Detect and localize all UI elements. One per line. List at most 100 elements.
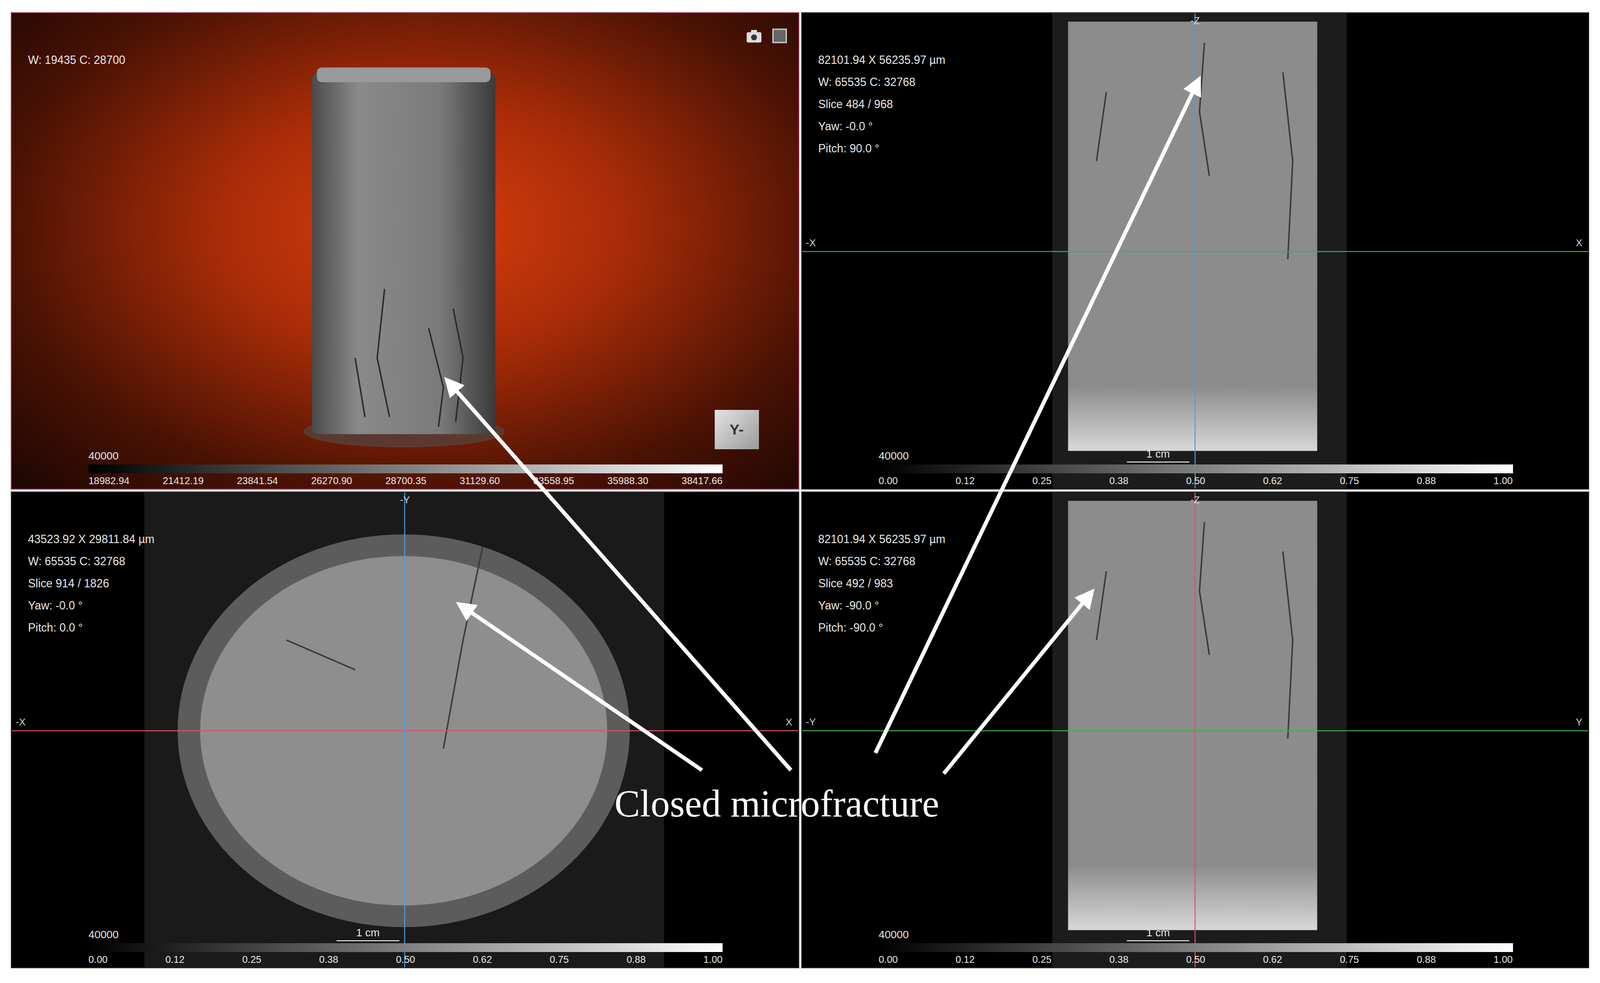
colorbar-tick: 0.12: [165, 954, 185, 966]
axis-label: -Y: [400, 494, 410, 506]
axis-label: -X: [15, 716, 26, 728]
colorbar-tick: 33558.95: [533, 475, 575, 487]
viewport-grid: W: 19435 C: 28700 Y- 40000 18982.94 21412…: [10, 12, 1590, 969]
colorbar-tick: 0.75: [1339, 475, 1360, 487]
colorbar-tick: 0.62: [472, 954, 493, 966]
axis-label: X: [785, 716, 792, 728]
colorbar-tick: 0.75: [549, 954, 569, 966]
colorbar-tick: 1.00: [1493, 475, 1513, 487]
colorbar-max: 40000: [88, 449, 119, 463]
colorbar-tick: 0.50: [1186, 954, 1206, 966]
info-line: Slice 914 / 1826: [28, 577, 155, 591]
colorbar-tick: 0.25: [242, 954, 262, 966]
colorbar-max: 40000: [88, 928, 119, 942]
colorbar-gradient: [88, 943, 723, 953]
colorbar-gradient: [878, 464, 1513, 474]
info-line: Slice 484 / 968: [818, 97, 946, 112]
colorbar-tick: 38417.66: [681, 475, 723, 487]
info-line: Yaw: -0.0 °: [818, 119, 946, 134]
scale-bar: 1 cm: [1126, 926, 1190, 942]
colorbar: 40000 1 cm 0.00 0.12 0.25 0.38 0.50 0.62 0.75 0…: [878, 449, 1513, 487]
camera-icon[interactable]: [745, 27, 763, 45]
info-line: W: 65535 C: 32768: [818, 75, 946, 89]
info-line: 43523.92 X 29811.84 µm: [28, 532, 155, 547]
colorbar-tick: 0.88: [626, 954, 646, 966]
colorbar-tick: 0.50: [396, 954, 416, 966]
colorbar-tick: 0.50: [1186, 475, 1206, 487]
specimen-image: [802, 492, 1589, 968]
colorbar-tick: 0.12: [955, 475, 975, 487]
viewport[interactable]: 43523.92 X 29811.84 µm W: 65535 C: 32768 S…: [10, 491, 800, 969]
colorbar-tick: 0.38: [319, 954, 339, 966]
info-line: Pitch: -90.0 °: [818, 621, 946, 635]
colorbar: 40000 1 cm 0.00 0.12 0.25 0.38 0.50 0.62 0.75 0…: [878, 928, 1513, 966]
axis-label: -X: [806, 237, 816, 249]
colorbar-tick: 35988.30: [607, 475, 649, 487]
viewport-toolbar: [745, 27, 789, 45]
info-line: W: 19435 C: 28700: [28, 53, 126, 67]
orientation-cube[interactable]: Y-: [714, 409, 759, 450]
arrow-icon: [943, 596, 1089, 774]
annotation-label: Closed microfracture: [614, 781, 940, 826]
colorbar: 40000 1 cm 0.00 0.12 0.25 0.38 0.50 0.62 0.75 0…: [88, 928, 723, 966]
colorbar-tick: 1.00: [703, 954, 723, 966]
viewport[interactable]: 82101.94 X 56235.97 µm W: 65535 C: 32768 S…: [801, 491, 1590, 969]
arrow-icon: [450, 384, 791, 771]
colorbar-tick: 26270.90: [311, 475, 352, 487]
colorbar-tick: 31129.60: [459, 475, 500, 487]
info-line: 82101.94 X 56235.97 µm: [818, 53, 946, 67]
colorbar-tick: 0.38: [1109, 954, 1129, 966]
info-line: Pitch: 0.0 °: [28, 621, 155, 635]
info-line: Slice 492 / 983: [818, 577, 946, 591]
colorbar-tick: 0.00: [88, 954, 108, 966]
colorbar-gradient: [878, 943, 1513, 953]
colorbar-tick: 0.62: [1262, 475, 1282, 487]
colorbar-tick: 0.62: [1262, 954, 1282, 966]
layout-icon[interactable]: [770, 27, 789, 45]
viewport-info: W: 19435 C: 28700: [28, 53, 126, 67]
colorbar-tick: 23841.54: [236, 475, 278, 487]
info-line: 82101.94 X 56235.97 µm: [818, 532, 946, 547]
colorbar-gradient: [88, 464, 723, 474]
specimen-image: [11, 492, 799, 968]
annotation-arrows: [0, 0, 1600, 983]
viewport-info: 82101.94 X 56235.97 µm W: 65535 C: 32768 S…: [818, 53, 946, 156]
scale-bar: 1 cm: [336, 926, 400, 942]
info-line: W: 65535 C: 32768: [28, 554, 155, 569]
info-line: Yaw: -90.0 °: [818, 599, 946, 613]
axis-label: Y: [1575, 716, 1583, 728]
viewport-info: 82101.94 X 56235.97 µm W: 65535 C: 32768 S…: [818, 532, 946, 635]
arrow-icon: [464, 607, 702, 771]
axis-label: -Z: [1190, 494, 1200, 506]
colorbar-tick: 21412.19: [162, 475, 204, 487]
colorbar-tick: 0.38: [1109, 475, 1129, 487]
colorbar-tick: 1.00: [1493, 954, 1513, 966]
colorbar-tick: 0.88: [1416, 954, 1436, 966]
axis-label: -Z: [1190, 15, 1200, 27]
viewport-info: 43523.92 X 29811.84 µm W: 65535 C: 32768 S…: [28, 532, 155, 635]
colorbar-tick: 0.25: [1032, 475, 1052, 487]
colorbar-tick: 0.12: [955, 954, 975, 966]
axis-label: X: [1575, 237, 1583, 249]
colorbar-max: 40000: [878, 449, 909, 463]
colorbar-tick: 18982.94: [88, 475, 130, 487]
info-line: Pitch: 90.0 °: [818, 142, 946, 156]
viewport[interactable]: W: 19435 C: 28700 Y- 40000 18982.94 21412…: [10, 12, 800, 490]
colorbar-tick: 0.00: [878, 954, 899, 966]
colorbar-tick: 28700.35: [385, 475, 427, 487]
colorbar-tick: 0.25: [1032, 954, 1052, 966]
ct-figure: W: 19435 C: 28700 Y- 40000 18982.94 21412…: [0, 0, 1600, 983]
specimen-image: [802, 13, 1589, 489]
info-line: W: 65535 C: 32768: [818, 554, 946, 569]
colorbar-tick: 0.75: [1339, 954, 1360, 966]
viewport[interactable]: 82101.94 X 56235.97 µm W: 65535 C: 32768 S…: [801, 12, 1590, 490]
info-line: Yaw: -0.0 °: [28, 599, 155, 613]
colorbar-tick: 0.88: [1416, 475, 1436, 487]
arrow-icon: [875, 84, 1197, 754]
colorbar-tick: 0.00: [878, 475, 899, 487]
colorbar-max: 40000: [878, 928, 909, 942]
colorbar: 40000 18982.94 21412.19 23841.54 26270.90 28…: [88, 449, 723, 487]
scale-bar: 1 cm: [1126, 447, 1190, 463]
axis-label: -Y: [806, 716, 816, 728]
specimen-image: [11, 13, 799, 489]
